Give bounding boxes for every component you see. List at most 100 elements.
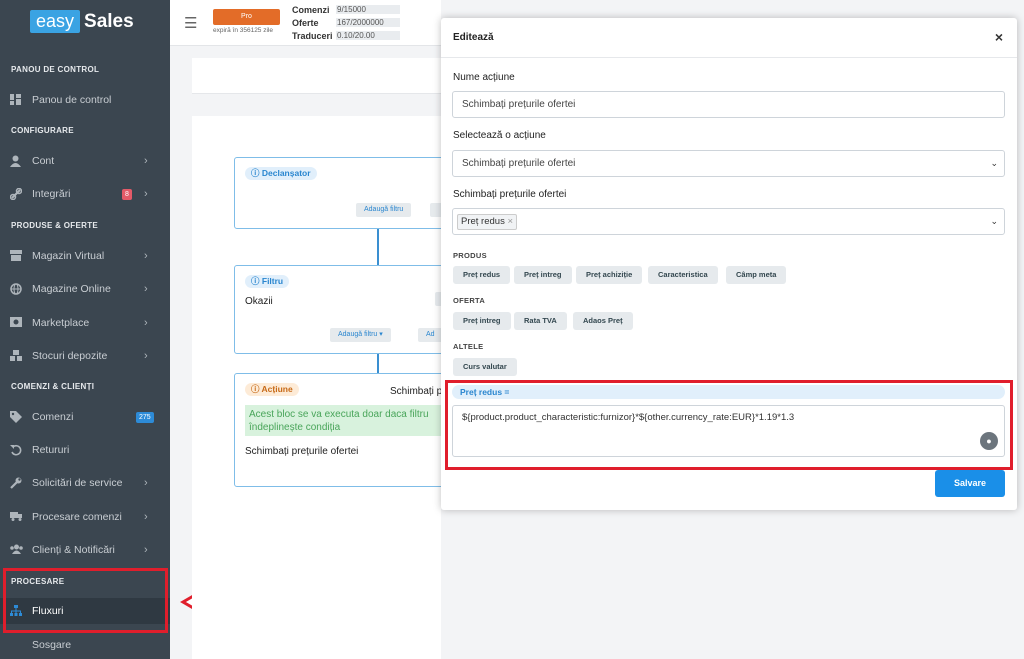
boxes-icon — [10, 350, 22, 362]
select-value: Schimbați prețurile ofertei — [462, 158, 576, 169]
variable-pill[interactable]: Caracteristica — [648, 266, 718, 284]
node-declansator[interactable]: ⓘ Declanșator Adaugă filtru — [234, 157, 444, 229]
section-configurare: CONFIGURARE — [11, 126, 74, 135]
chevron-right-icon: › — [144, 544, 148, 556]
chevron-right-icon: › — [144, 350, 148, 362]
sidebar-item-retururi[interactable]: Retururi — [0, 438, 170, 462]
chevron-right-icon: › — [144, 188, 148, 200]
highlight-box-formula — [445, 380, 1013, 470]
remove-chip-icon[interactable]: × — [507, 216, 513, 227]
modal-title: Editează — [453, 32, 494, 43]
modal-divider — [441, 57, 1017, 58]
fields-label: Schimbați prețurile ofertei — [453, 189, 567, 200]
sidebar-item-label: Marketplace — [32, 317, 90, 329]
sidebar-item-label: Cont — [32, 155, 55, 167]
comenzi-badge: 275 — [136, 412, 154, 423]
sidebar-item-stocuri[interactable]: Stocuri depozite › — [0, 344, 170, 368]
sidebar-item-cut[interactable]: Sosgare — [0, 636, 170, 659]
variable-pill[interactable]: Adaos Preț — [573, 312, 633, 330]
plan-badge[interactable]: Pro — [213, 9, 280, 25]
stat-value: 0.10/20.00 — [336, 31, 400, 40]
stat-value: 9/15000 — [336, 5, 400, 14]
section-produse: PRODUSE & OFERTE — [11, 221, 99, 230]
variable-pill[interactable]: Preț intreg — [514, 266, 572, 284]
store-icon — [10, 250, 22, 262]
chevron-right-icon: › — [144, 155, 148, 167]
save-button[interactable]: Salvare — [935, 470, 1005, 497]
variable-pill[interactable]: Curs valutar — [453, 358, 517, 376]
chevron-right-icon: › — [144, 477, 148, 489]
tag-actiune: ⓘ Acțiune — [245, 383, 299, 396]
chevron-down-icon: ⌄ — [990, 158, 998, 168]
sidebar-item-label: Magazin Virtual — [32, 250, 105, 262]
add-filter-dropdown[interactable]: Adaugă filtru ▾ — [330, 328, 391, 342]
section-panou: PANOU DE CONTROL — [11, 65, 100, 74]
group-produs: PRODUS — [453, 251, 487, 260]
stat-oferte: Oferte 167/2000000 — [292, 18, 400, 28]
variable-pill[interactable]: Preț redus — [453, 266, 511, 284]
variable-pill[interactable]: Preț achiziție — [576, 266, 643, 284]
integrari-badge: 8 — [122, 189, 132, 200]
sidebar-item-label: Sosgare — [32, 639, 72, 651]
logo-easy: easy — [30, 10, 81, 33]
chevron-down-icon: ⌄ — [990, 216, 998, 226]
sidebar-item-clienti[interactable]: Clienți & Notificări › — [0, 538, 170, 562]
topbar: ☰ Pro expiră în 356125 zile Comenzi 9/150… — [170, 0, 441, 46]
undo-icon — [10, 444, 22, 456]
sidebar-item-label: Retururi — [32, 444, 70, 456]
page-header-area — [192, 58, 441, 94]
stat-traduceri: Traduceri 0.10/20.00 — [292, 31, 400, 41]
sidebar-item-marketplace[interactable]: Marketplace › — [0, 311, 170, 335]
connector-line — [377, 229, 379, 265]
tag-filtru: ⓘ Filtru — [245, 275, 290, 288]
nume-input[interactable]: Schimbați prețurile ofertei — [452, 91, 1005, 118]
link-icon — [9, 187, 23, 201]
chevron-right-icon: › — [144, 317, 148, 329]
chip-pret-redus[interactable]: Preț redus × — [457, 214, 518, 230]
user-icon — [10, 155, 22, 167]
add-filter-button[interactable]: Adaugă filtru — [356, 203, 412, 217]
chevron-right-icon: › — [144, 283, 148, 295]
group-oferta: OFERTA — [453, 296, 486, 305]
variable-pill[interactable]: Preț intreg — [453, 312, 511, 330]
sidebar-item-procesare-comenzi[interactable]: Procesare comenzi › — [0, 505, 170, 529]
sidebar-item-panou[interactable]: Panou de control — [0, 88, 170, 112]
sidebar-item-label: Stocuri depozite — [32, 350, 108, 362]
tags-icon — [10, 411, 22, 423]
highlight-box-fluxuri — [3, 568, 168, 633]
tag-declansator: ⓘ Declanșator — [245, 167, 317, 180]
globe-icon — [10, 283, 22, 295]
group-altele: ALTELE — [453, 342, 484, 351]
variable-pill[interactable]: Rata TVA — [514, 312, 567, 330]
sidebar-item-cont[interactable]: Cont › — [0, 149, 170, 173]
wrench-icon — [10, 477, 22, 489]
stat-comenzi: Comenzi 9/15000 — [292, 5, 400, 15]
sidebar-item-magazin-virtual[interactable]: Magazin Virtual › — [0, 244, 170, 268]
sidebar-item-label: Clienți & Notificări — [32, 544, 115, 556]
sidebar: easy Sales PANOU DE CONTROL Panou de con… — [0, 0, 170, 659]
sidebar-item-integrari[interactable]: Integrări 8 › — [0, 182, 170, 206]
sidebar-item-magazine-online[interactable]: Magazine Online › — [0, 277, 170, 301]
filter-name: Okazii — [245, 296, 273, 307]
node-filtru[interactable]: ⓘ Filtru Okazii Adaugă filtru ▾ Ad — [234, 265, 445, 354]
condition-notice: Acest bloc se va executa doar daca filtr… — [245, 405, 443, 436]
marketplace-icon — [10, 317, 22, 329]
sidebar-item-label: Integrări — [32, 188, 71, 200]
sidebar-item-solicitari[interactable]: Solicitări de service › — [0, 471, 170, 495]
chevron-right-icon: › — [144, 250, 148, 262]
close-icon[interactable]: × — [995, 29, 1003, 45]
stat-label: Oferte — [292, 18, 319, 28]
sidebar-item-label: Panou de control — [32, 94, 112, 106]
logo[interactable]: easy Sales — [30, 10, 134, 33]
action-select[interactable]: Schimbați prețurile ofertei ⌄ — [452, 150, 1005, 177]
plan-expiry: expiră în 356125 zile — [213, 27, 273, 34]
stat-label: Comenzi — [292, 5, 330, 15]
menu-icon[interactable]: ☰ — [184, 14, 197, 32]
node-actiune[interactable]: ⓘ Acțiune Schimbați p Acest bloc se va e… — [234, 373, 444, 487]
action-name: Schimbați prețurile ofertei — [245, 446, 359, 457]
truck-icon — [10, 511, 22, 523]
users-icon — [10, 544, 23, 556]
fields-multiselect[interactable]: Preț redus × ⌄ — [452, 208, 1005, 235]
sidebar-item-comenzi[interactable]: Comenzi 275 — [0, 405, 170, 429]
variable-pill[interactable]: Câmp meta — [726, 266, 787, 284]
